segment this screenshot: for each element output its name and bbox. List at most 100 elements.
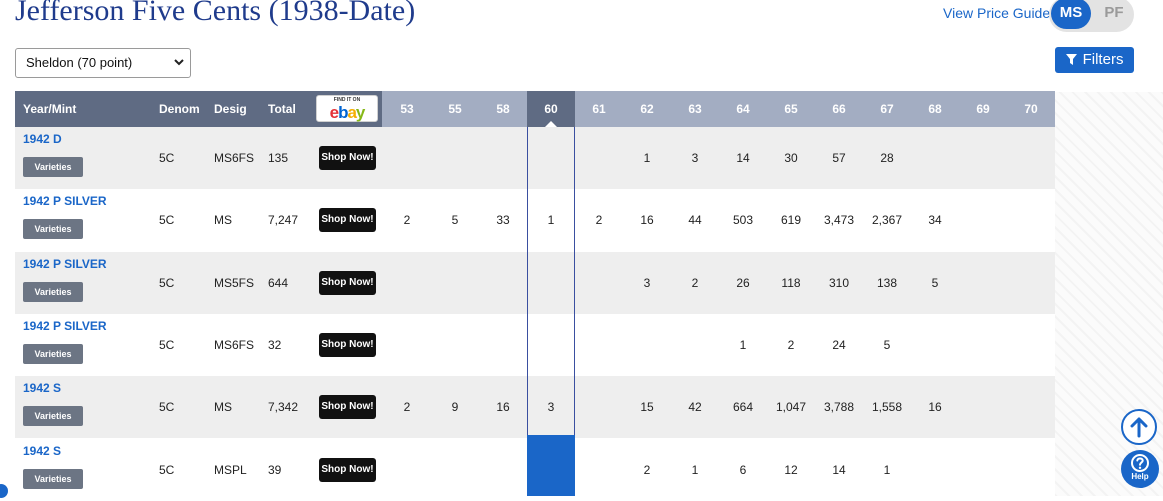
grade-cell-62[interactable]: 3 [623, 252, 671, 314]
grade-cell-63[interactable]: 1 [671, 439, 719, 501]
grade-cell-61 [575, 252, 623, 314]
grade-cell-64[interactable]: 14 [719, 127, 767, 189]
grade-cell-69 [959, 314, 1007, 376]
grade-cell-65[interactable]: 118 [767, 252, 815, 314]
header-year-mint[interactable]: Year/Mint [23, 91, 76, 127]
help-button[interactable]: Help [1121, 450, 1159, 488]
shop-now-button[interactable]: Shop Now! [319, 332, 376, 357]
desig-cell: MS5FS [214, 275, 255, 290]
grade-cell-62[interactable]: 16 [623, 189, 671, 251]
grade-cell-66[interactable]: 57 [815, 127, 863, 189]
grade-cell-64[interactable]: 26 [719, 252, 767, 314]
varieties-button[interactable]: Varieties [23, 406, 83, 427]
ms-pf-toggle[interactable]: MS PF [1049, 0, 1134, 32]
coin-name-link[interactable]: 1942 S [23, 444, 61, 458]
grade-cell-64[interactable]: 503 [719, 189, 767, 251]
coin-name-link[interactable]: 1942 D [23, 132, 62, 146]
grade-cell-62[interactable]: 2 [623, 439, 671, 501]
filters-label: Filters [1082, 51, 1124, 68]
grade-cell-63[interactable]: 3 [671, 127, 719, 189]
header-total[interactable]: Total [268, 91, 296, 127]
grade-cell-67[interactable]: 2,367 [863, 189, 911, 251]
grade-cell-63[interactable]: 44 [671, 189, 719, 251]
grade-cell-66[interactable]: 3,788 [815, 376, 863, 438]
grade-cell-64[interactable]: 6 [719, 439, 767, 501]
grade-cell-65[interactable]: 30 [767, 127, 815, 189]
header-grade-68[interactable]: 68 [911, 91, 959, 127]
shop-now-button[interactable]: Shop Now! [319, 395, 376, 420]
toggle-ms-option[interactable]: MS [1051, 0, 1091, 29]
varieties-button[interactable]: Varieties [23, 219, 83, 240]
shop-now-button[interactable]: Shop Now! [319, 457, 376, 482]
grade-cell-66[interactable]: 310 [815, 252, 863, 314]
header-grade-58[interactable]: 58 [479, 91, 527, 127]
grade-cell-64[interactable]: 1 [719, 314, 767, 376]
coin-name-link[interactable]: 1942 P SILVER [23, 257, 107, 271]
coin-name-link[interactable]: 1942 P SILVER [23, 194, 107, 208]
denom-cell: 5C [159, 213, 175, 228]
grade-cell-67[interactable]: 1 [863, 439, 911, 501]
grade-cell-53[interactable]: 2 [383, 376, 431, 438]
shop-now-button[interactable]: Shop Now! [319, 146, 376, 170]
grade-cell-60[interactable]: 3 [527, 376, 575, 438]
view-price-guide-link[interactable]: View Price Guide [943, 5, 1050, 21]
toggle-pf-option[interactable]: PF [1095, 0, 1133, 29]
grade-cell-58[interactable]: 16 [479, 376, 527, 438]
grade-cell-68[interactable]: 34 [911, 189, 959, 251]
grade-cell-64[interactable]: 664 [719, 376, 767, 438]
header-grade-70[interactable]: 70 [1007, 91, 1055, 127]
grade-cell-68[interactable]: 16 [911, 376, 959, 438]
grade-cell-53 [383, 252, 431, 314]
grade-cell-66[interactable]: 24 [815, 314, 863, 376]
grade-cell-62[interactable]: 15 [623, 376, 671, 438]
filters-button[interactable]: Filters [1055, 47, 1134, 73]
scroll-to-top-button[interactable] [1121, 409, 1157, 445]
header-grade-55[interactable]: 55 [431, 91, 479, 127]
header-grade-53[interactable]: 53 [383, 91, 431, 127]
grade-cell-67[interactable]: 1,558 [863, 376, 911, 438]
header-desig[interactable]: Desig [214, 91, 247, 127]
grade-cell-63[interactable]: 2 [671, 252, 719, 314]
grade-cell-66[interactable]: 14 [815, 439, 863, 501]
header-grade-63[interactable]: 63 [671, 91, 719, 127]
grade-cell-65[interactable]: 12 [767, 439, 815, 501]
grade-cell-66[interactable]: 3,473 [815, 189, 863, 251]
header-grade-62[interactable]: 62 [623, 91, 671, 127]
grade-cell-65[interactable]: 1,047 [767, 376, 815, 438]
grade-cell-60[interactable]: 1 [527, 189, 575, 251]
coin-name-link[interactable]: 1942 S [23, 381, 61, 395]
header-grade-69[interactable]: 69 [959, 91, 1007, 127]
denom-cell: 5C [159, 151, 175, 165]
grade-cell-63[interactable]: 42 [671, 376, 719, 438]
varieties-button[interactable]: Varieties [23, 281, 83, 302]
header-grade-64[interactable]: 64 [719, 91, 767, 127]
coin-name-link[interactable]: 1942 P SILVER [23, 319, 107, 333]
shop-now-button[interactable]: Shop Now! [319, 270, 376, 295]
grade-cell-53 [383, 439, 431, 501]
grade-cell-67[interactable]: 138 [863, 252, 911, 314]
grade-cell-65[interactable]: 2 [767, 314, 815, 376]
grade-cell-53[interactable]: 2 [383, 189, 431, 251]
selected-grade-cell[interactable] [527, 435, 575, 496]
header-grade-66[interactable]: 66 [815, 91, 863, 127]
header-grade-61[interactable]: 61 [575, 91, 623, 127]
grade-cell-62[interactable]: 1 [623, 127, 671, 189]
grade-cell-55[interactable]: 9 [431, 376, 479, 438]
grade-cell-61[interactable]: 2 [575, 189, 623, 251]
grading-scale-select[interactable]: Sheldon (70 point) [15, 48, 191, 78]
grade-cell-68[interactable]: 5 [911, 252, 959, 314]
header-grade-65[interactable]: 65 [767, 91, 815, 127]
varieties-button[interactable]: Varieties [23, 343, 83, 364]
varieties-button[interactable]: Varieties [23, 468, 83, 489]
table-header: Year/Mint Denom Desig Total FIND IT ON e… [15, 91, 1055, 127]
grade-cell-67[interactable]: 5 [863, 314, 911, 376]
grade-cell-58[interactable]: 33 [479, 189, 527, 251]
desig-cell: MS6FS [214, 337, 255, 352]
shop-now-button[interactable]: Shop Now! [319, 208, 376, 233]
header-grade-67[interactable]: 67 [863, 91, 911, 127]
varieties-button[interactable]: Varieties [23, 157, 83, 177]
header-denom[interactable]: Denom [159, 91, 200, 127]
grade-cell-67[interactable]: 28 [863, 127, 911, 189]
grade-cell-55[interactable]: 5 [431, 189, 479, 251]
grade-cell-65[interactable]: 619 [767, 189, 815, 251]
